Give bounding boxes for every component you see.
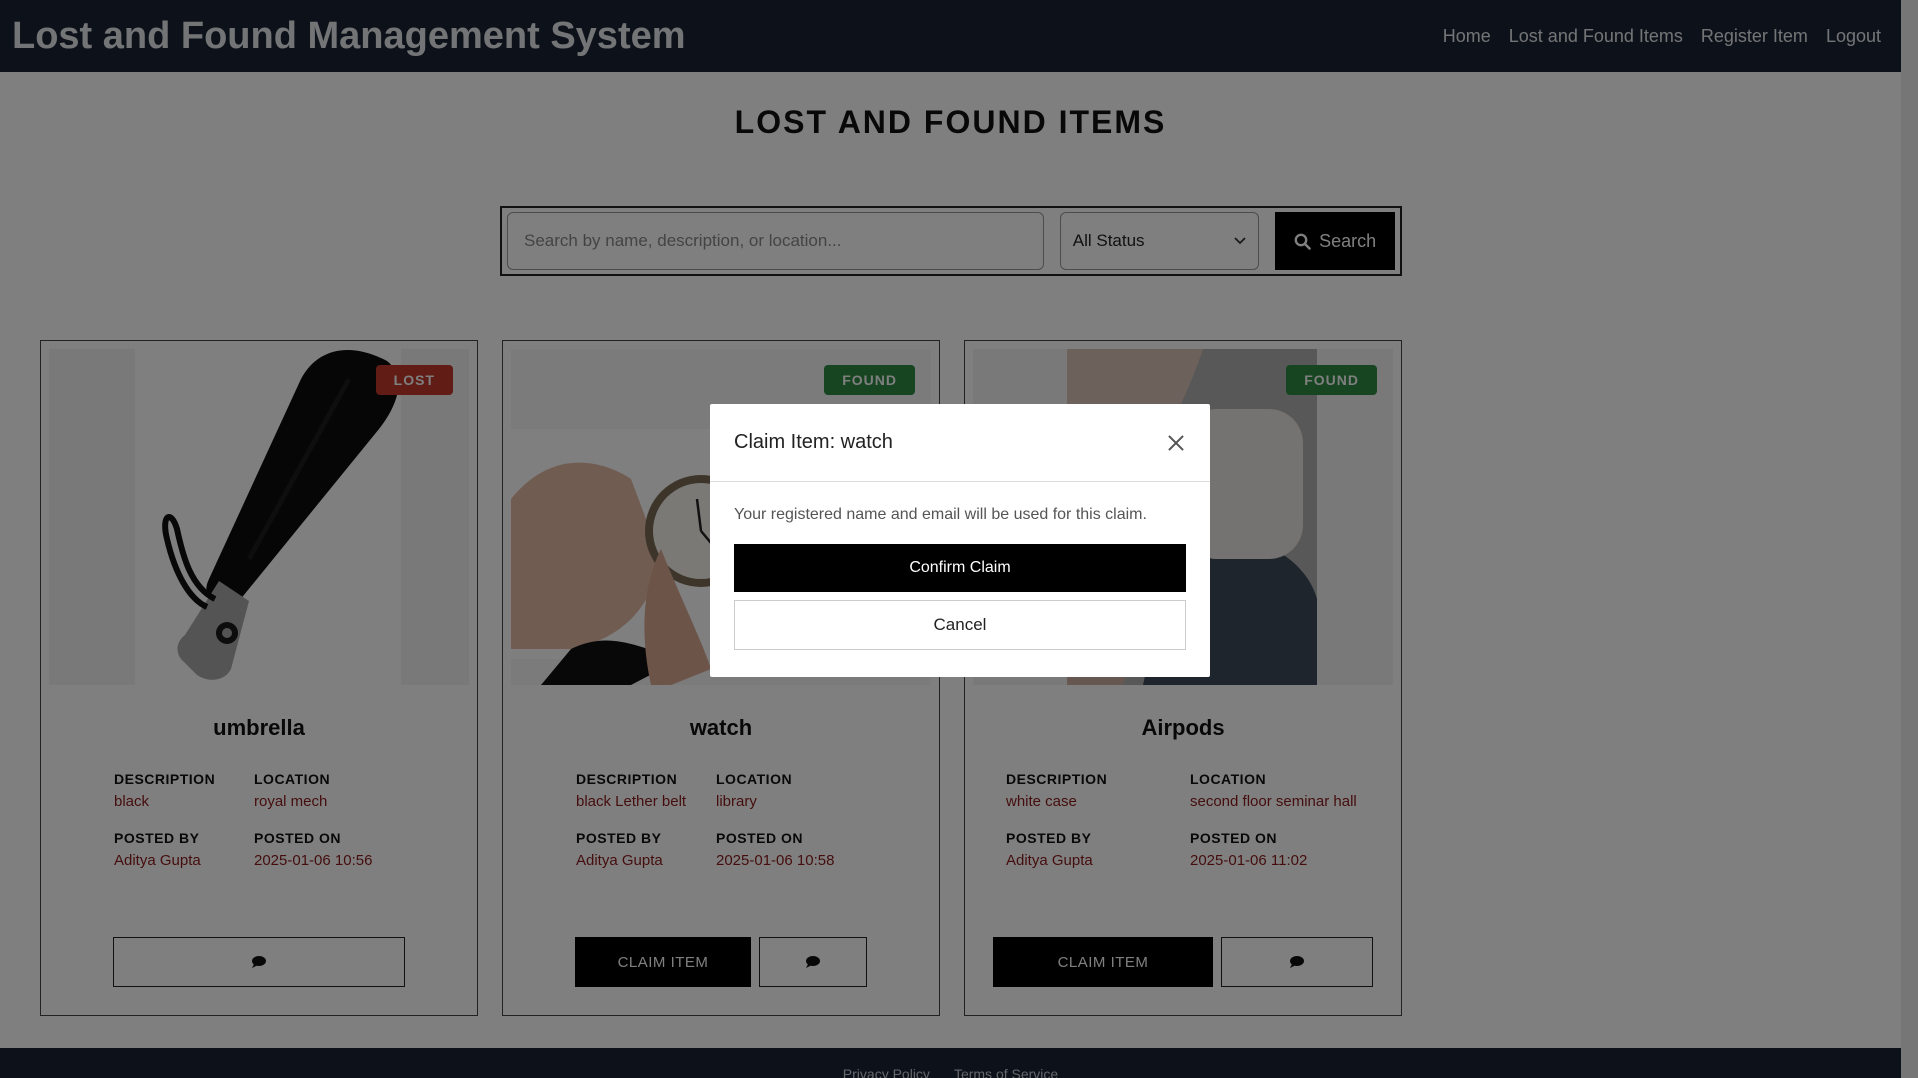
cancel-button[interactable]: Cancel bbox=[734, 600, 1186, 650]
close-icon[interactable] bbox=[1164, 431, 1188, 455]
modal-header: Claim Item: watch bbox=[710, 404, 1210, 482]
modal-message: Your registered name and email will be u… bbox=[734, 506, 1147, 523]
claim-modal: Claim Item: watch Your registered name a… bbox=[710, 404, 1210, 677]
modal-title: Claim Item: watch bbox=[734, 431, 893, 453]
confirm-claim-button[interactable]: Confirm Claim bbox=[734, 544, 1186, 592]
modal-body: Your registered name and email will be u… bbox=[710, 482, 1210, 650]
